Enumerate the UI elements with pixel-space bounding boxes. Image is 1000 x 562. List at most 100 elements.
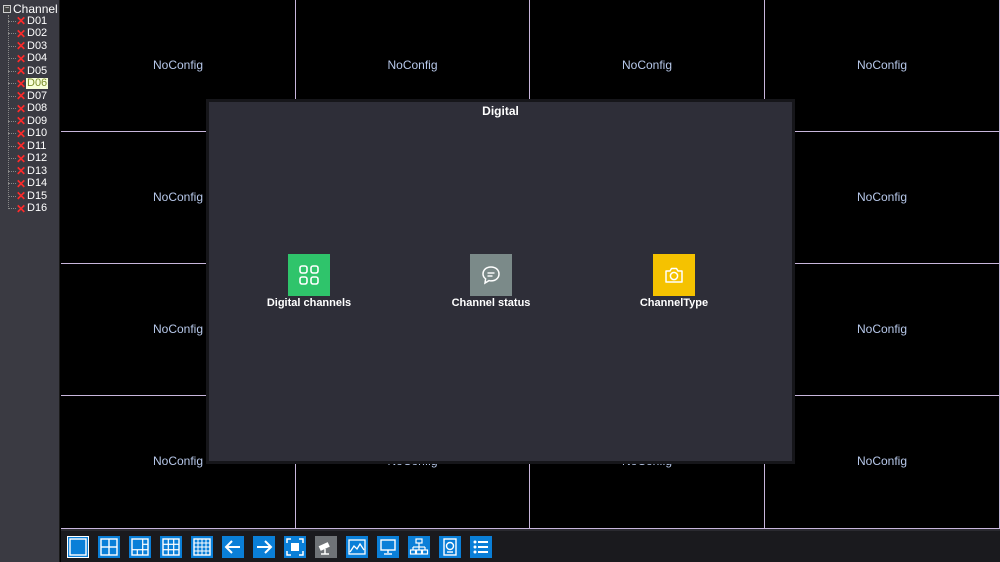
- channel-item-d07[interactable]: ✕ D07: [8, 90, 48, 102]
- channel-item-d10[interactable]: ✕ D10: [8, 128, 48, 140]
- channel-label: D11: [27, 139, 47, 152]
- digital-channels-tile[interactable]: [288, 254, 330, 296]
- digital-channels-option[interactable]: Digital channels: [234, 254, 384, 309]
- network-icon: [409, 538, 429, 555]
- error-x-icon: ✕: [16, 51, 27, 66]
- channel-type-option[interactable]: ChannelType: [599, 254, 749, 309]
- error-x-icon: ✕: [16, 76, 27, 91]
- channel-item-d02[interactable]: ✕ D02: [8, 28, 48, 40]
- monitor-icon: [380, 539, 396, 555]
- video-cell-status: NoConfig: [152, 58, 204, 72]
- channel-item-d12[interactable]: ✕ D12: [8, 153, 48, 165]
- collapse-icon[interactable]: −: [3, 5, 11, 13]
- video-cell-status: NoConfig: [856, 322, 908, 336]
- storage-button[interactable]: [439, 536, 461, 558]
- tree-branch-line: [8, 45, 16, 47]
- channel-item-d15[interactable]: ✕ D15: [8, 190, 48, 202]
- channel-status-option[interactable]: Channel status: [416, 254, 566, 309]
- video-cell-status: NoConfig: [621, 58, 673, 72]
- tree-branch-line: [8, 58, 16, 59]
- grid-icon: [299, 265, 319, 285]
- camera-icon: [665, 267, 683, 283]
- tree-branch-line: [8, 195, 16, 197]
- menu-button[interactable]: [470, 536, 492, 558]
- tree-root[interactable]: − Channel: [3, 2, 58, 16]
- tree-branch-line: [8, 95, 16, 97]
- channel-label: D12: [27, 152, 48, 164]
- picture-settings-button[interactable]: [346, 536, 368, 558]
- video-cell-status: NoConfig: [856, 190, 908, 204]
- channel-item-d04[interactable]: ✕ D04: [8, 53, 48, 65]
- quad-view-icon: [100, 538, 118, 556]
- channel-item-d16[interactable]: ✕ D16: [8, 203, 48, 215]
- storage-icon: [443, 538, 457, 556]
- video-cell[interactable]: NoConfig: [765, 132, 1000, 264]
- error-x-icon: ✕: [16, 101, 27, 116]
- channel-label: D02: [27, 27, 48, 39]
- tree-branch-line: [8, 183, 16, 184]
- channel-label: D15: [27, 189, 48, 202]
- error-x-icon: ✕: [16, 139, 27, 153]
- channel-type-label: ChannelType: [639, 297, 709, 309]
- video-cell-status: NoConfig: [856, 454, 908, 468]
- error-x-icon: ✕: [16, 39, 27, 53]
- next-page-button[interactable]: [253, 536, 275, 558]
- channel-item-d03[interactable]: ✕ D03: [8, 40, 48, 52]
- tree-branch-line: [8, 208, 16, 209]
- error-x-icon: ✕: [16, 151, 27, 166]
- channel-label: D13: [27, 164, 48, 177]
- dialog-title: Digital: [482, 104, 519, 118]
- camera-ptz-icon: [318, 542, 330, 555]
- tree-branch-line: [8, 158, 16, 159]
- sixteen-view-button[interactable]: [191, 536, 213, 558]
- error-x-icon: ✕: [16, 26, 27, 41]
- list-icon: [473, 540, 488, 554]
- sixteen-view-icon: [193, 538, 211, 556]
- previous-page-button[interactable]: [222, 536, 244, 558]
- channel-label: D08: [27, 102, 48, 114]
- single-view-icon: [69, 538, 87, 556]
- fullscreen-icon: [286, 538, 304, 556]
- error-x-icon: ✕: [16, 176, 27, 191]
- error-x-icon: ✕: [16, 201, 27, 216]
- nine-view-button[interactable]: [160, 536, 182, 558]
- channel-label: D04: [27, 52, 48, 64]
- picture-icon: [348, 539, 366, 555]
- video-cell[interactable]: NoConfig: [765, 264, 1000, 396]
- channel-item-d08[interactable]: ✕ D08: [8, 103, 48, 115]
- video-cell[interactable]: NoConfig: [765, 396, 1000, 529]
- error-x-icon: ✕: [16, 164, 27, 178]
- channel-label: D16: [27, 202, 48, 214]
- monitor-button[interactable]: [377, 536, 399, 558]
- six-view-button[interactable]: [129, 536, 151, 558]
- channel-type-tile[interactable]: [653, 254, 695, 296]
- error-x-icon: ✕: [16, 114, 27, 128]
- channel-status-tile[interactable]: [470, 254, 512, 296]
- digital-dialog: Digital Digital channels Channel status: [206, 99, 795, 464]
- channel-item-d06[interactable]: ✕ D06: [8, 76, 49, 91]
- channel-item-d14[interactable]: ✕ D14: [8, 178, 48, 190]
- tree-branch-line: [8, 70, 16, 72]
- channel-item-d05[interactable]: ✕ D05: [8, 65, 48, 77]
- ptz-button[interactable]: [315, 536, 337, 558]
- channel-item-d13[interactable]: ✕ D13: [8, 165, 48, 177]
- digital-channels-label: Digital channels: [266, 297, 352, 309]
- tree-branch-line: [8, 120, 16, 122]
- channel-item-d11[interactable]: ✕ D11: [8, 140, 47, 152]
- channel-label: D01: [27, 14, 48, 27]
- network-button[interactable]: [408, 536, 430, 558]
- tree-branch-line: [8, 133, 16, 134]
- video-cell-status: NoConfig: [387, 58, 438, 72]
- six-view-icon: [131, 538, 149, 556]
- channel-item-d01[interactable]: ✕ D01: [8, 15, 48, 27]
- error-x-icon: ✕: [16, 189, 27, 203]
- error-x-icon: ✕: [16, 64, 27, 78]
- fullscreen-button[interactable]: [284, 536, 306, 558]
- single-view-button[interactable]: [67, 536, 89, 558]
- video-cell[interactable]: NoConfig: [765, 0, 1000, 132]
- channel-item-d09[interactable]: ✕ D09: [8, 115, 48, 127]
- channel-tree: − Channel ✕ D01 ✕ D02 ✕ D03 ✕ D04 ✕ D05 ✕ D06 ✕ D07 ✕ D…: [0, 0, 60, 562]
- channel-label: D03: [27, 39, 48, 52]
- quad-view-button[interactable]: [98, 536, 120, 558]
- bottom-toolbar: [61, 529, 1000, 562]
